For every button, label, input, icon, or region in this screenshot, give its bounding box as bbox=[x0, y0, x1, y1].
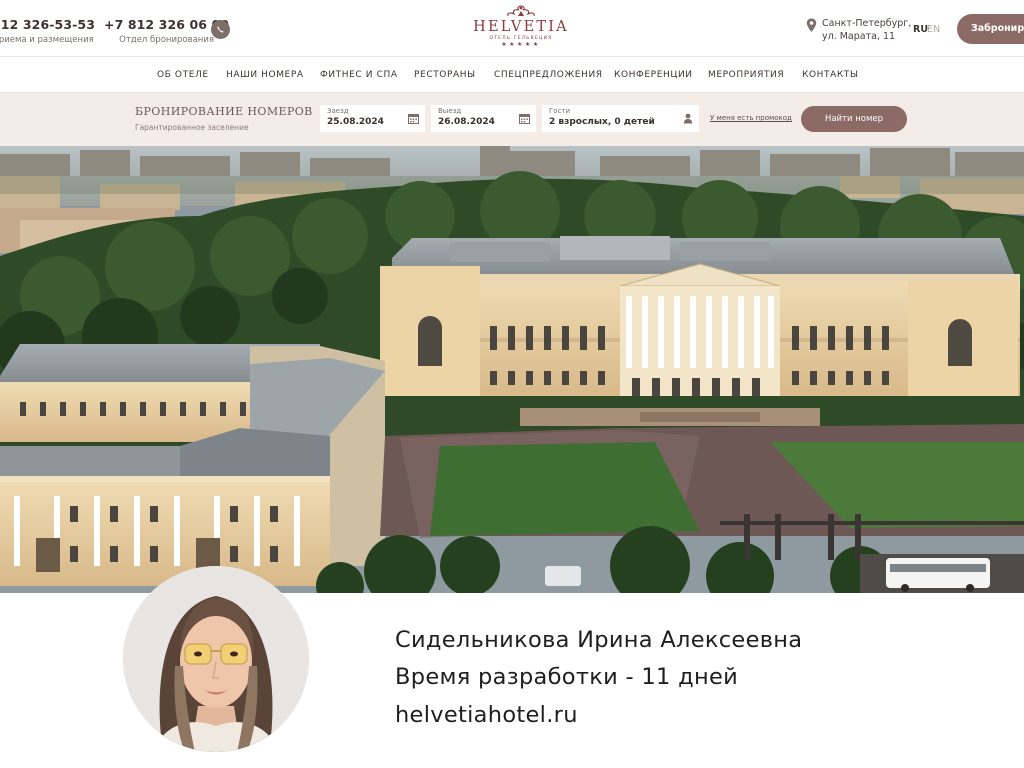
calendar-icon bbox=[519, 114, 530, 124]
map-pin-icon bbox=[806, 18, 817, 32]
hero-image-palace bbox=[0, 146, 1024, 593]
guests-field[interactable]: Гости 2 взрослых, 0 детей bbox=[542, 105, 699, 132]
phone-reception[interactable]: 812 326-53-53 приема и размещения bbox=[0, 17, 95, 45]
phone-reception-label: приема и размещения bbox=[0, 35, 94, 45]
book-now-button[interactable]: Забронировать bbox=[957, 14, 1024, 44]
nav-item-fitness-spa[interactable]: ФИТНЕС И СПА bbox=[320, 70, 398, 80]
booking-subtitle: Гарантированное заселение bbox=[135, 123, 249, 132]
logo-stars: ★★★★★ bbox=[501, 41, 541, 48]
phone-booking-label: Отдел бронирования bbox=[119, 35, 214, 45]
calendar-icon bbox=[408, 114, 419, 124]
checkin-value[interactable]: 25.08.2024 bbox=[327, 117, 384, 127]
nav-item-rooms[interactable]: НАШИ НОМЕРА bbox=[226, 70, 304, 80]
checkin-label: Заезд bbox=[327, 107, 349, 115]
promo-code-link[interactable]: У меня есть промокод bbox=[710, 114, 792, 122]
main-nav: ОБ ОТЕЛЕ НАШИ НОМЕРА ФИТНЕС И СПА РЕСТОР… bbox=[0, 57, 1024, 93]
guests-label: Гости bbox=[549, 107, 571, 115]
author-avatar bbox=[123, 566, 309, 752]
address-city: Санкт-Петербург, bbox=[822, 18, 912, 29]
person-icon bbox=[683, 113, 693, 124]
top-bar: 812 326-53-53 приема и размещения +7 812… bbox=[0, 0, 1024, 57]
nav-item-about[interactable]: ОБ ОТЕЛЕ bbox=[157, 70, 209, 80]
checkout-value[interactable]: 26.08.2024 bbox=[438, 117, 495, 127]
hotel-logo[interactable]: HELVETIA ОТЕЛЬ ГЕЛЬВЕЦИЯ ★★★★★ bbox=[470, 4, 572, 52]
nav-item-contacts[interactable]: КОНТАКТЫ bbox=[802, 70, 859, 80]
checkin-field[interactable]: Заезд 25.08.2024 bbox=[320, 105, 425, 132]
crown-icon bbox=[507, 5, 535, 17]
lang-en[interactable]: EN bbox=[927, 24, 940, 35]
address-street: ул. Марата, 11 bbox=[822, 31, 896, 42]
nav-item-events[interactable]: МЕРОПРИЯТИЯ bbox=[708, 70, 784, 80]
lang-ru[interactable]: RU bbox=[913, 24, 928, 35]
phone-reception-number[interactable]: 812 326-53-53 bbox=[0, 17, 95, 32]
checkout-field[interactable]: Выезд 26.08.2024 bbox=[431, 105, 536, 132]
nav-item-conferences[interactable]: КОНФЕРЕНЦИИ bbox=[614, 70, 693, 80]
guests-value[interactable]: 2 взрослых, 0 детей bbox=[549, 117, 655, 127]
logo-name: HELVETIA bbox=[473, 19, 569, 35]
booking-title: БРОНИРОВАНИЕ НОМЕРОВ bbox=[135, 105, 313, 118]
author-name: Сидельникова Ирина Алексеевна bbox=[395, 627, 803, 653]
find-room-button[interactable]: Найти номер bbox=[801, 106, 907, 132]
checkout-label: Выезд bbox=[438, 107, 462, 115]
dev-time: Время разработки - 11 дней bbox=[395, 664, 739, 690]
nav-item-special-offers[interactable]: СПЕЦПРЕДЛОЖЕНИЯ bbox=[494, 70, 603, 80]
site-url: helvetiahotel.ru bbox=[395, 702, 578, 728]
nav-item-restaurants[interactable]: РЕСТОРАНЫ bbox=[414, 70, 476, 80]
whatsapp-icon[interactable] bbox=[211, 20, 230, 39]
booking-bar: БРОНИРОВАНИЕ НОМЕРОВ Гарантированное зас… bbox=[0, 93, 1024, 146]
